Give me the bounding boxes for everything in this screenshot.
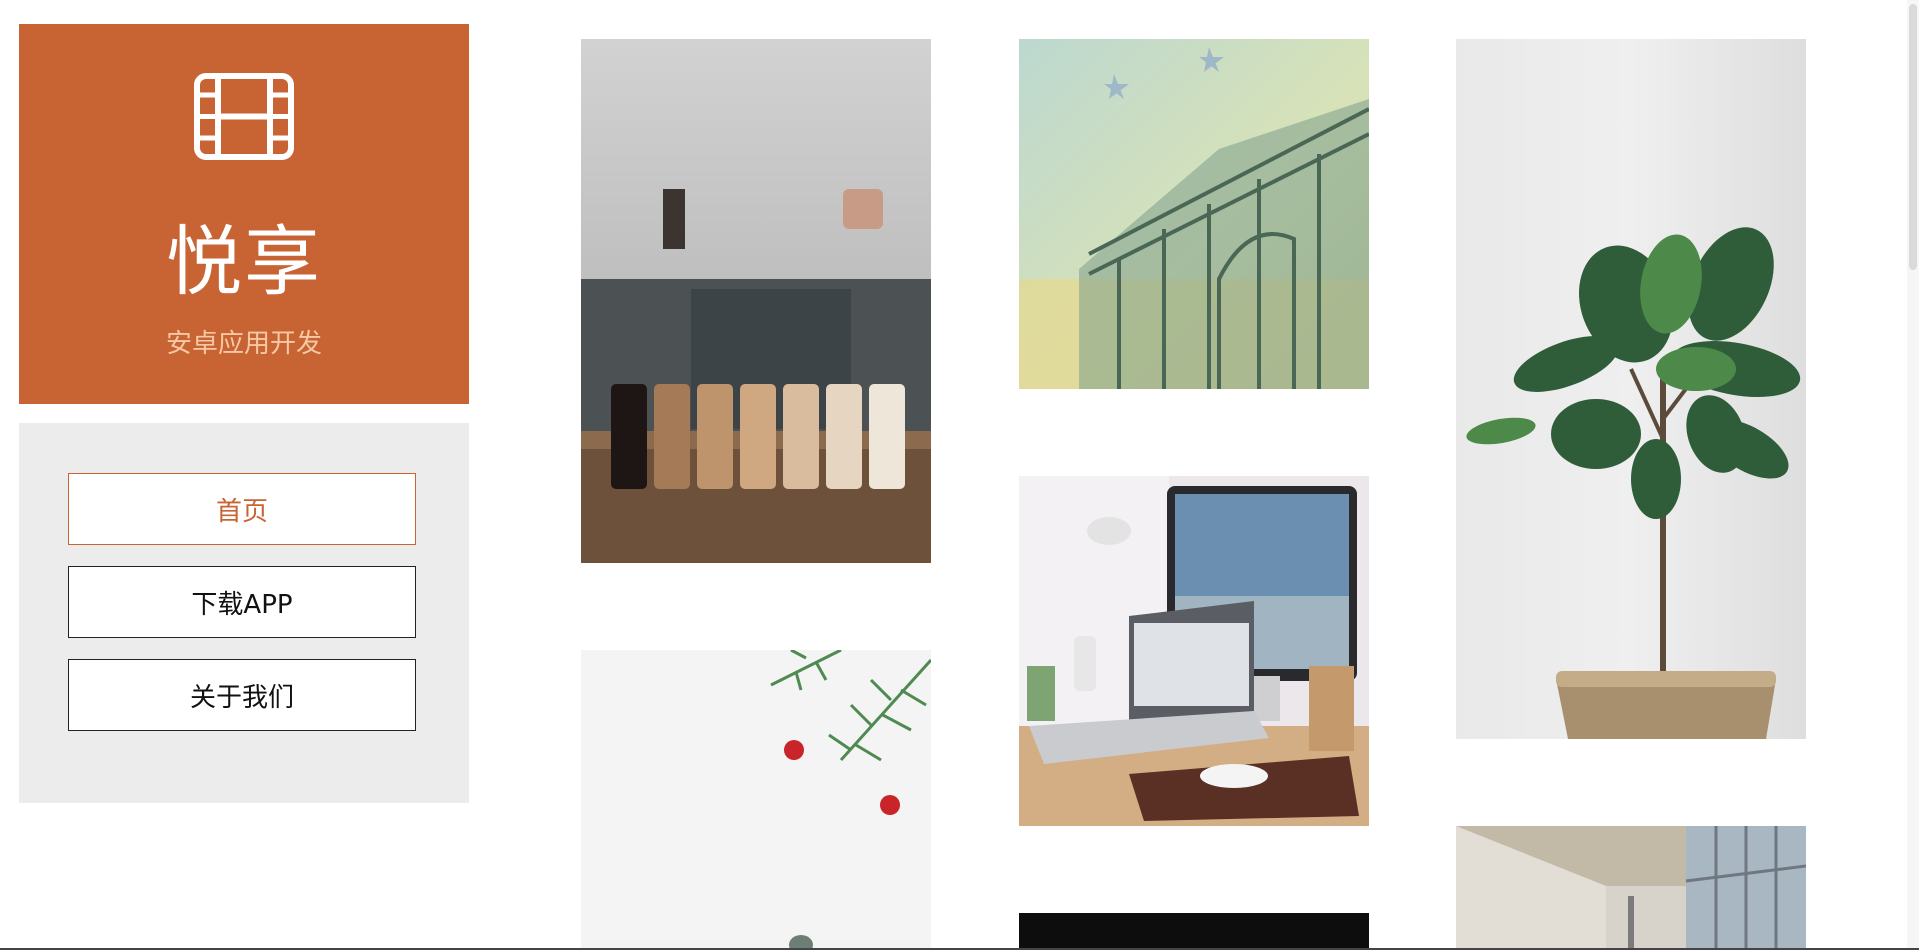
page-scrollbar[interactable] [1907,0,1919,950]
nav-about-us-label: 关于我们 [189,682,294,713]
gallery-tile-banknote[interactable] [1019,39,1369,389]
office-corridor-photo [1456,826,1806,950]
coffee-jars-photo [581,39,931,563]
gallery-tile-plant[interactable] [1456,39,1806,739]
brand-subtitle: 安卓应用开发 [165,329,322,359]
gallery-tile-desk[interactable] [1019,476,1369,826]
nav-panel: 首页 下载APP 关于我们 [19,423,469,803]
gallery-tile-coffee-jars[interactable] [581,39,931,563]
gallery-tile-corridor[interactable] [1456,826,1806,950]
nav-home-label: 首页 [215,496,268,527]
dark-photo [1019,913,1369,950]
film-icon [194,73,294,160]
christmas-pine-berries-photo [581,650,931,950]
brand-title: 悦享 [166,217,322,306]
banknote-arch-photo [1019,39,1369,389]
fiddle-leaf-plant-photo [1456,39,1806,739]
nav-home-button[interactable]: 首页 [68,473,416,545]
gallery-tile-christmas[interactable] [581,650,931,950]
gallery-tile-dark[interactable] [1019,913,1369,950]
nav-about-us-button[interactable]: 关于我们 [68,659,416,731]
desk-laptop-monitor-photo [1019,476,1369,826]
nav-download-app-label: 下载APP [191,589,293,620]
page-scrollbar-thumb[interactable] [1909,4,1917,270]
nav-download-app-button[interactable]: 下载APP [68,566,416,638]
brand-panel: 悦享 安卓应用开发 [19,24,469,404]
